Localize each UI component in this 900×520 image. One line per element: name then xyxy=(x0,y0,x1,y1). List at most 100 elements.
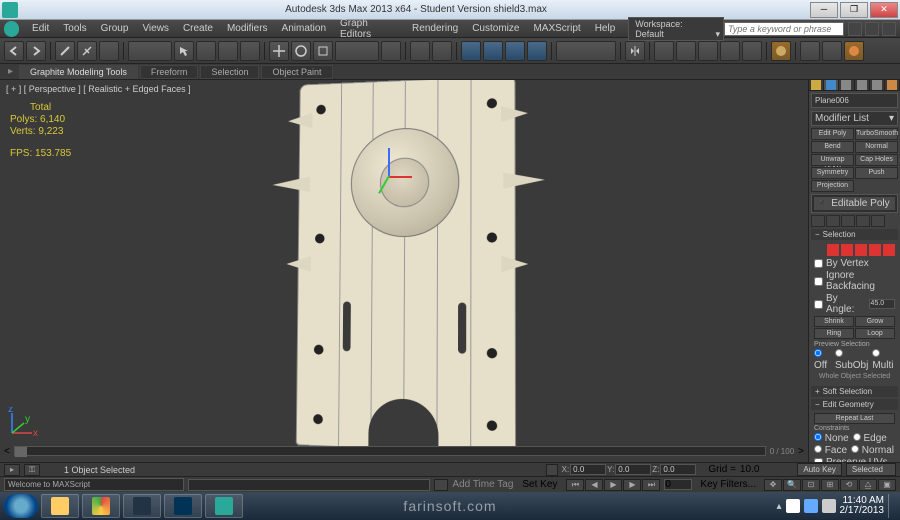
zoom-all-button[interactable]: ⊞ xyxy=(821,479,839,491)
cmd-tab-create[interactable] xyxy=(809,80,824,90)
current-frame-input[interactable] xyxy=(664,479,692,490)
track-expand-button[interactable]: ▸ xyxy=(4,464,20,476)
ribbon-expand-icon[interactable]: ▸ xyxy=(4,66,17,77)
loop-button[interactable]: Loop xyxy=(855,328,895,339)
ribbon-tab-object-paint[interactable]: Object Paint xyxy=(261,65,332,79)
selected-filter-dropdown[interactable]: Selected xyxy=(846,463,896,476)
by-vertex-checkbox[interactable]: By Vertex xyxy=(814,258,895,269)
menu-customize[interactable]: Customize xyxy=(465,21,526,36)
snap-angle-button[interactable] xyxy=(483,41,503,61)
minimize-button[interactable]: ─ xyxy=(810,2,838,18)
by-angle-spinner[interactable]: 45.0 xyxy=(869,299,895,309)
select-region-button[interactable] xyxy=(218,41,238,61)
window-crossing-button[interactable] xyxy=(240,41,260,61)
rendered-frame-button[interactable] xyxy=(822,41,842,61)
orbit-button[interactable]: ⟲ xyxy=(840,479,858,491)
start-button[interactable] xyxy=(4,494,38,518)
constraint-normal-radio[interactable]: Normal xyxy=(851,445,894,456)
menu-graph-editors[interactable]: Graph Editors xyxy=(333,16,405,42)
mod-edit-poly[interactable]: Edit Poly xyxy=(811,128,854,140)
menu-help[interactable]: Help xyxy=(588,21,623,36)
undo-button[interactable] xyxy=(4,41,24,61)
rotate-button[interactable] xyxy=(291,41,311,61)
shrink-button[interactable]: Shrink xyxy=(814,316,854,327)
taskbar-app-explorer[interactable] xyxy=(41,494,79,518)
render-button[interactable] xyxy=(844,41,864,61)
show-end-result-button[interactable] xyxy=(826,215,840,227)
mod-normal[interactable]: Normal xyxy=(855,141,898,153)
mod-turbosmooth[interactable]: TurboSmooth xyxy=(855,128,898,140)
taskbar-app-steam[interactable] xyxy=(123,494,161,518)
modifier-list-dropdown[interactable]: Modifier List▾ xyxy=(811,111,898,126)
mod-projection[interactable]: Projection xyxy=(811,180,854,192)
menu-rendering[interactable]: Rendering xyxy=(405,21,465,36)
configure-sets-button[interactable] xyxy=(871,215,885,227)
mirror-button[interactable] xyxy=(625,41,645,61)
keyboard-shortcut-button[interactable] xyxy=(432,41,452,61)
taskbar-app-photoshop[interactable] xyxy=(164,494,202,518)
goto-end-button[interactable]: ⏭ xyxy=(642,479,660,491)
show-desktop-button[interactable] xyxy=(888,494,896,518)
tray-network-icon[interactable] xyxy=(804,499,818,513)
coord-z-input[interactable] xyxy=(660,464,696,475)
cmd-tab-utilities[interactable] xyxy=(885,80,900,90)
application-menu-button[interactable] xyxy=(4,21,19,37)
viewport[interactable]: [ + ] [ Perspective ] [ Realistic + Edge… xyxy=(0,80,808,462)
menu-modifiers[interactable]: Modifiers xyxy=(220,21,275,36)
info-icon[interactable] xyxy=(865,22,879,36)
select-object-button[interactable] xyxy=(174,41,194,61)
scale-button[interactable] xyxy=(313,41,333,61)
subobj-vertex-icon[interactable] xyxy=(827,244,839,256)
snap-percent-button[interactable] xyxy=(505,41,525,61)
maximize-button[interactable]: ❐ xyxy=(840,2,868,18)
autokey-button[interactable]: Auto Key xyxy=(797,463,841,476)
setkey-button[interactable]: Set Key xyxy=(517,478,562,491)
cmd-tab-modify[interactable] xyxy=(824,80,839,90)
named-sel-dropdown[interactable] xyxy=(556,41,616,61)
maximize-viewport-button[interactable]: ▣ xyxy=(878,479,896,491)
ribbon-tab-graphite[interactable]: Graphite Modeling Tools xyxy=(19,65,138,79)
field-of-view-button[interactable]: ⧋ xyxy=(859,479,877,491)
make-unique-button[interactable] xyxy=(841,215,855,227)
mod-bend[interactable]: Bend xyxy=(811,141,854,153)
redo-button[interactable] xyxy=(26,41,46,61)
curve-editor-button[interactable] xyxy=(720,41,740,61)
keyfilters-button[interactable]: Key Filters... xyxy=(696,478,760,491)
taskbar-app-chrome[interactable] xyxy=(82,494,120,518)
align-button[interactable] xyxy=(654,41,674,61)
maxscript-input[interactable] xyxy=(188,479,430,491)
constraint-none-radio[interactable]: None xyxy=(814,433,849,444)
menu-animation[interactable]: Animation xyxy=(275,21,333,36)
maxscript-listener[interactable]: Welcome to MAXScript xyxy=(4,478,184,491)
ref-coord-dropdown[interactable] xyxy=(335,41,379,61)
preview-off-radio[interactable]: Off xyxy=(814,349,831,371)
goto-start-button[interactable]: ⏮ xyxy=(566,479,584,491)
repeat-last-button[interactable]: Repeat Last xyxy=(814,413,895,424)
mod-push[interactable]: Push xyxy=(855,167,898,179)
selection-filter-dropdown[interactable] xyxy=(128,41,172,61)
subobj-element-icon[interactable] xyxy=(883,244,895,256)
tray-volume-icon[interactable] xyxy=(822,499,836,513)
favorite-icon[interactable] xyxy=(882,22,896,36)
graphite-toggle-button[interactable] xyxy=(698,41,718,61)
tray-expand-icon[interactable]: ▴ xyxy=(776,501,781,512)
pin-stack-button[interactable] xyxy=(811,215,825,227)
modifier-stack[interactable]: ◾ Editable Poly xyxy=(811,194,898,213)
preview-subobj-radio[interactable]: SubObj xyxy=(835,349,868,371)
coord-x-input[interactable] xyxy=(570,464,606,475)
link-button[interactable] xyxy=(55,41,75,61)
lock-icon[interactable] xyxy=(546,464,558,476)
tray-action-center-icon[interactable] xyxy=(786,499,800,513)
by-angle-checkbox[interactable]: By Angle:45.0 xyxy=(814,293,895,315)
prev-frame-button[interactable]: ◀ xyxy=(585,479,603,491)
zoom-extents-button[interactable]: ⊡ xyxy=(802,479,820,491)
grow-button[interactable]: Grow xyxy=(855,316,895,327)
remove-modifier-button[interactable] xyxy=(856,215,870,227)
menu-edit[interactable]: Edit xyxy=(25,21,56,36)
object-name-field[interactable]: Plane006 xyxy=(811,93,898,108)
time-slider-handle[interactable] xyxy=(15,447,27,457)
add-time-tag-button[interactable]: Add Time Tag xyxy=(452,479,513,490)
rollout-selection-header[interactable]: Selection xyxy=(811,229,898,240)
schematic-view-button[interactable] xyxy=(742,41,762,61)
maxscript-lock-button[interactable] xyxy=(434,479,448,491)
